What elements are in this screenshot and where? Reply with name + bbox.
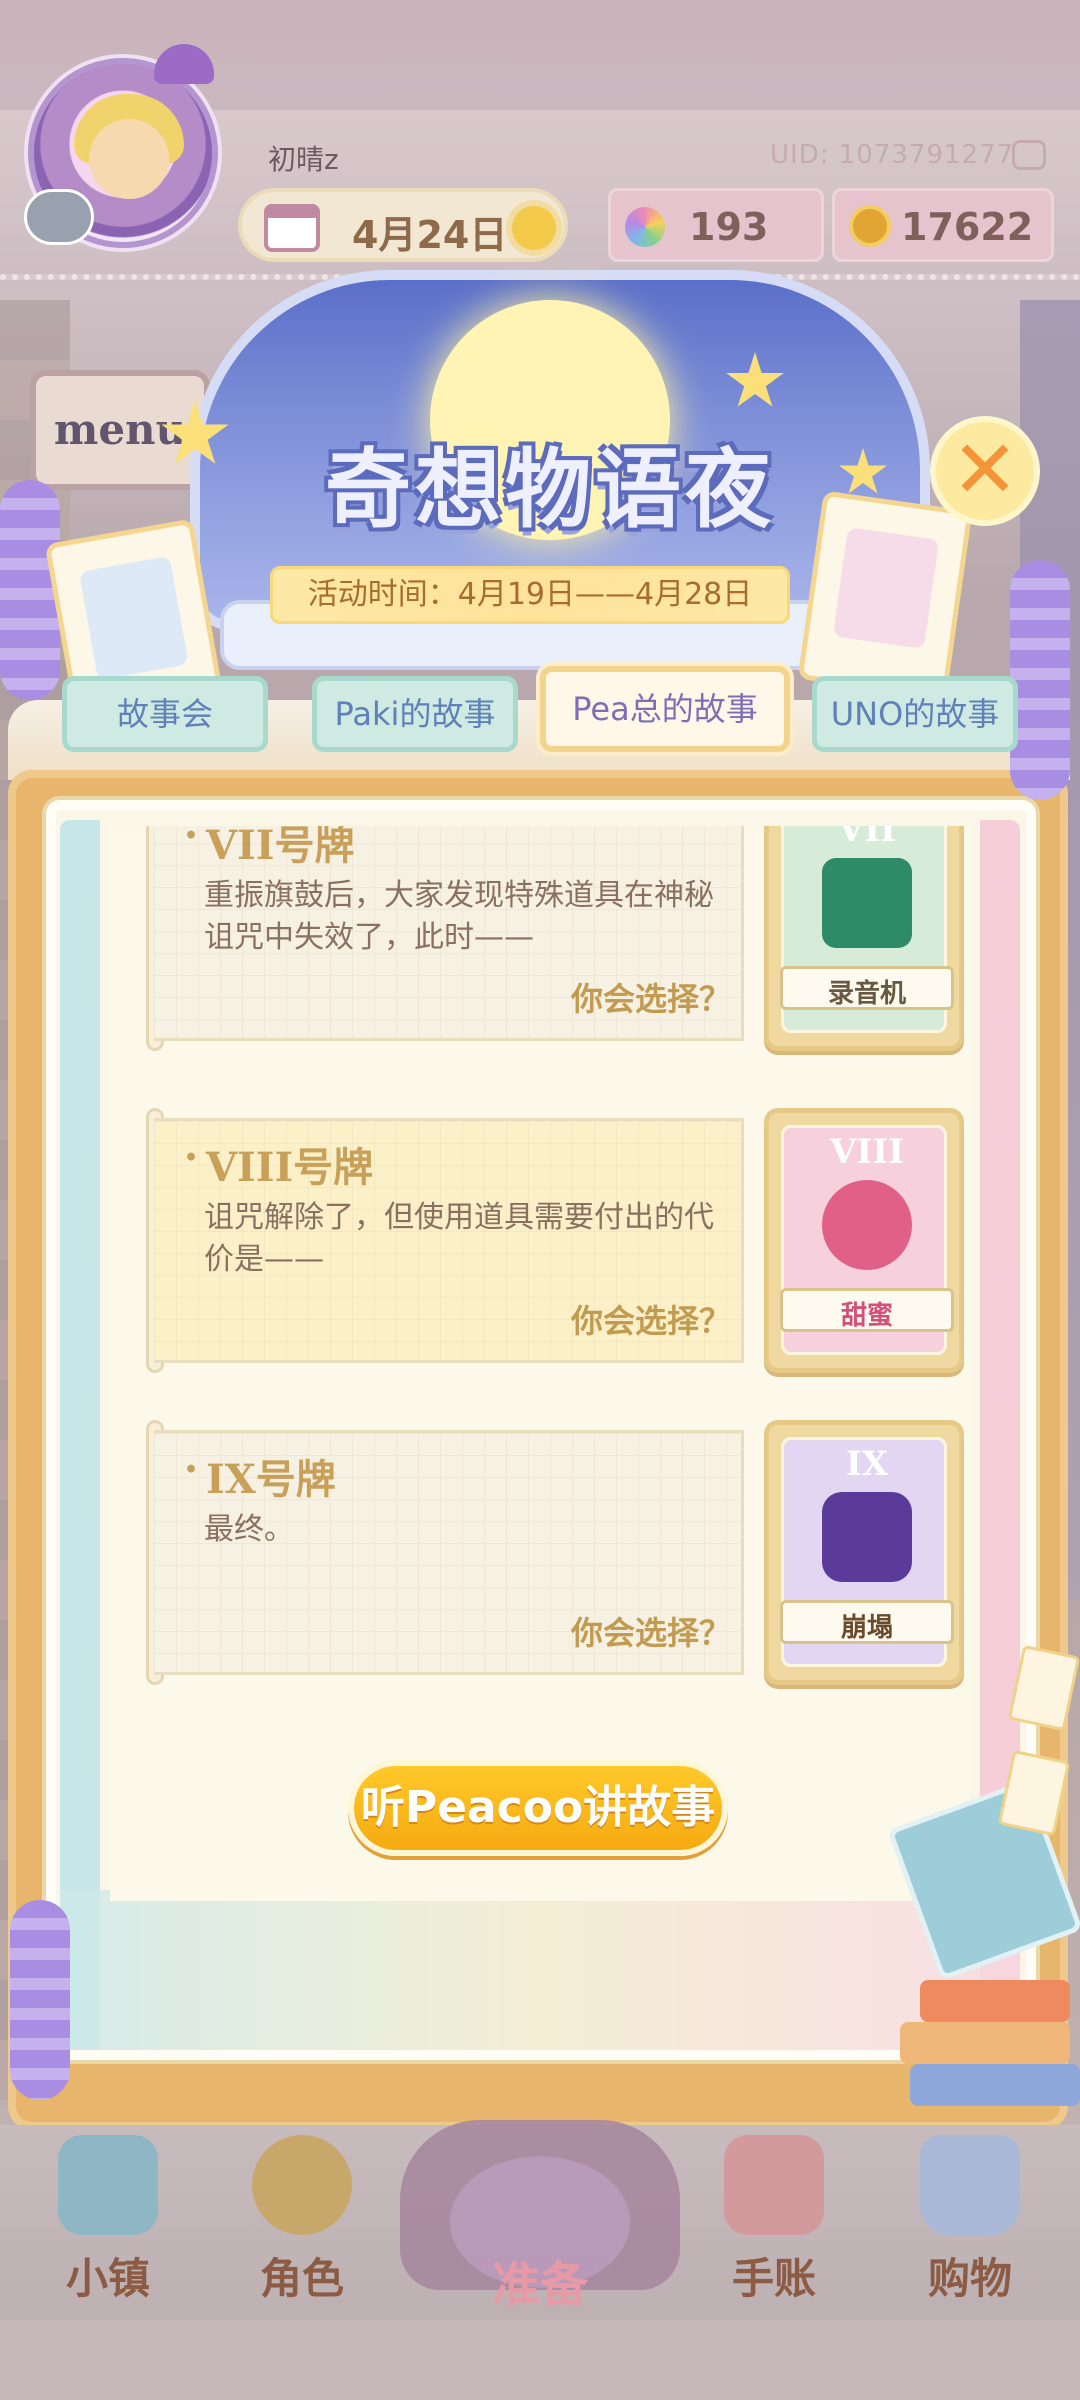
copy-icon[interactable]	[1012, 140, 1046, 170]
tab-label: Paki的故事	[334, 695, 496, 733]
mushroom-icon	[154, 44, 214, 84]
tab-label: 故事会	[116, 695, 213, 733]
tarot-number: IX	[845, 1444, 889, 1484]
story-body: VII号牌 重振旗鼓后，大家发现特殊道具在神秘诅咒中失效了，此时—— 你会选择？	[154, 826, 744, 1041]
story-list[interactable]: VII号牌 重振旗鼓后，大家发现特殊道具在神秘诅咒中失效了，此时—— 你会选择？…	[110, 826, 970, 1901]
tarot-number: VIII	[829, 1132, 905, 1172]
side-tarot-card-right	[797, 490, 973, 700]
shopping-bag-icon	[920, 2135, 1020, 2235]
tarot-ribbon: 录音机	[780, 966, 954, 1010]
player-avatar[interactable]	[24, 44, 218, 248]
coin-count: 17622	[901, 205, 1034, 249]
story-card[interactable]: IX号牌 最终。 你会选择？ IX 崩塌	[146, 1420, 964, 1685]
lollipop-icon	[822, 1180, 912, 1270]
story-title: VII号牌	[184, 826, 355, 871]
rainbow-flower-icon	[625, 207, 665, 247]
tab-label: Pea总的故事	[572, 690, 758, 728]
gem-count: 193	[689, 205, 769, 249]
tab-uno-story[interactable]: UNO的故事	[812, 676, 1018, 752]
calendar-icon	[264, 204, 320, 252]
event-time: 活动时间：4月19日——4月28日	[270, 566, 790, 624]
tarot-label: 崩塌	[840, 1613, 893, 1643]
tarot-card-9[interactable]: IX 崩塌	[764, 1420, 964, 1685]
coin-counter[interactable]: 17622	[832, 188, 1054, 262]
listen-story-label: 听Peacoo讲故事	[360, 1782, 716, 1833]
book-icon	[910, 2064, 1080, 2106]
menu-sign-text: menu	[53, 405, 187, 454]
username: 初晴z	[268, 143, 339, 176]
story-card[interactable]: VII号牌 重振旗鼓后，大家发现特殊道具在神秘诅咒中失效了，此时—— 你会选择？…	[146, 826, 964, 1051]
tarot-card-7[interactable]: VII 录音机	[764, 826, 964, 1051]
close-button[interactable]: ✕	[930, 416, 1040, 526]
story-card[interactable]: VIII号牌 诅咒解除了，但使用道具需要付出的代价是—— 你会选择？ VIII …	[146, 1108, 964, 1373]
story-text: 重振旗鼓后，大家发现特殊道具在神秘诅咒中失效了，此时——	[204, 878, 714, 955]
radio-icon	[822, 858, 912, 948]
story-body: IX号牌 最终。 你会选择？	[154, 1430, 744, 1675]
story-title: IX号牌	[184, 1447, 336, 1505]
tab-label: UNO的故事	[830, 695, 1000, 733]
nav-shop[interactable]: 购物	[890, 2135, 1050, 2320]
sun-icon	[512, 206, 556, 250]
story-choice-prompt: 你会选择？	[570, 1614, 731, 1652]
nav-character[interactable]: 角色	[222, 2135, 382, 2320]
flower-icon	[78, 555, 189, 681]
character-icon	[252, 2135, 352, 2235]
nav-label: 手账	[731, 2254, 816, 2303]
nav-prepare[interactable]: 准备	[460, 2135, 620, 2320]
listen-story-button[interactable]: 听Peacoo讲故事	[348, 1760, 728, 1856]
nav-journal[interactable]: 手账	[694, 2135, 854, 2320]
rainbow-bottom	[60, 1890, 1020, 2050]
tarot-ribbon: 崩塌	[780, 1600, 954, 1644]
close-icon: ✕	[951, 423, 1019, 516]
nav-label: 购物	[927, 2254, 1012, 2303]
book-icon	[920, 1980, 1070, 2022]
story-body: VIII号牌 诅咒解除了，但使用道具需要付出的代价是—— 你会选择？	[154, 1118, 744, 1363]
wisteria-decoration	[10, 1900, 70, 2100]
event-title: 奇想物语夜	[325, 440, 775, 540]
nav-label: 角色	[259, 2254, 344, 2303]
tarot-label: 录音机	[827, 979, 906, 1009]
story-choice-prompt: 你会选择？	[570, 980, 731, 1018]
gold-coin-icon	[849, 205, 891, 247]
nav-town[interactable]: 小镇	[28, 2135, 188, 2320]
tarot-card-8[interactable]: VIII 甜蜜	[764, 1108, 964, 1373]
tab-pea-story[interactable]: Pea总的故事	[540, 666, 790, 752]
date-text: 4月24日	[352, 213, 508, 257]
tarot-inner: IX 崩塌	[780, 1437, 954, 1667]
tarot-inner: VIII 甜蜜	[780, 1125, 954, 1355]
map-icon	[58, 2135, 158, 2235]
nav-label: 小镇	[65, 2254, 150, 2303]
book-icon	[900, 2022, 1070, 2064]
cat-pet-icon	[24, 189, 94, 245]
wisteria-decoration	[0, 480, 60, 700]
tarot-ribbon: 甜蜜	[780, 1288, 954, 1332]
tarot-inner: VII 录音机	[780, 826, 954, 1033]
story-choice-prompt: 你会选择？	[570, 1302, 731, 1340]
story-text: 最终。	[204, 1512, 294, 1547]
nav-label: 准备	[491, 2257, 588, 2313]
wisteria-decoration	[1010, 560, 1070, 800]
tab-paki-story[interactable]: Paki的故事	[312, 676, 518, 752]
tab-story-meeting[interactable]: 故事会	[62, 676, 268, 752]
gem-counter[interactable]: 193	[608, 188, 824, 262]
story-text: 诅咒解除了，但使用道具需要付出的代价是——	[204, 1200, 714, 1277]
uid-label: UID: 1073791277	[770, 140, 1015, 170]
avatar-face	[89, 119, 169, 199]
tarot-number: VII	[837, 826, 897, 850]
bottom-strip	[0, 2320, 1080, 2400]
flower-icon	[832, 527, 940, 649]
top-header: 初晴z UID: 1073791277 4月24日 193 17622	[0, 0, 1080, 300]
date-display[interactable]: 4月24日	[238, 188, 568, 262]
books-stack-icon	[900, 1960, 1080, 2140]
story-title: VIII号牌	[184, 1135, 373, 1193]
collapse-icon	[822, 1492, 912, 1582]
tarot-label: 甜蜜	[840, 1301, 893, 1331]
journal-icon	[724, 2135, 824, 2235]
